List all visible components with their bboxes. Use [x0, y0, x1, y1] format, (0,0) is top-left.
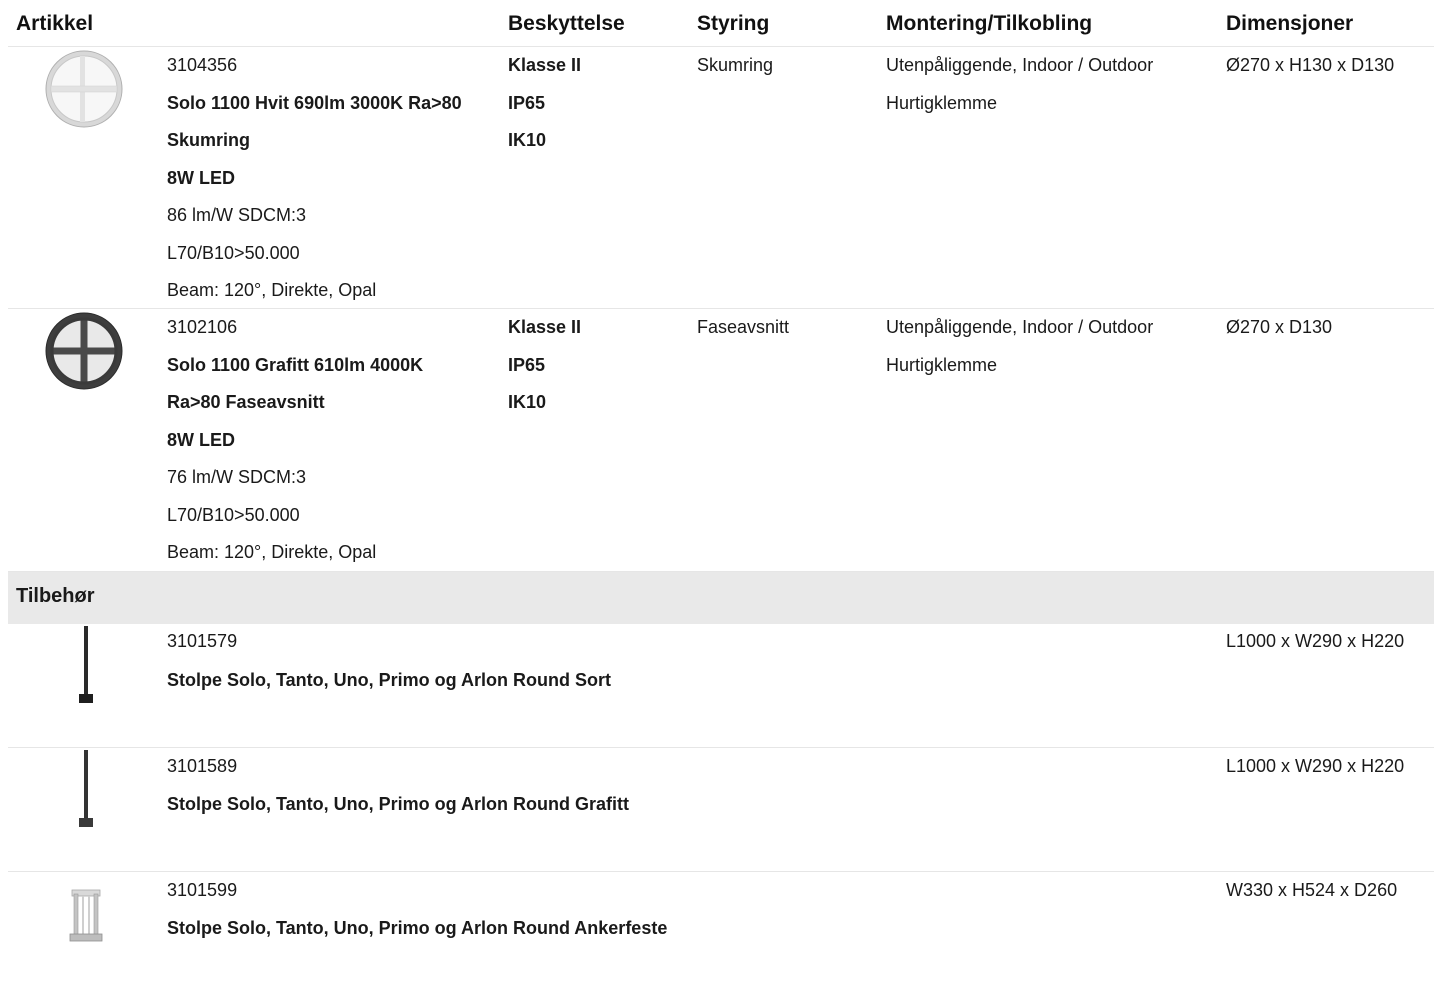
mounting-type: Utenpåliggende, Indoor / Outdoor: [886, 55, 1154, 75]
control-value: Skumring: [697, 55, 774, 75]
article-lifetime: L70/B10>50.000: [167, 504, 300, 525]
article-name-cont: Ra>80 Faseavsnitt: [167, 392, 325, 412]
accessory-dimensions: L1000 x W290 x H220: [1226, 631, 1405, 651]
dimensions-cell: Ø270 x D130: [1226, 309, 1332, 347]
header-artikkel: Artikkel: [16, 12, 94, 35]
article-cell: 3102106 Solo 1100 Grafitt 610lm 4000K Ra…: [167, 309, 423, 572]
article-efficacy: 76 lm/W SDCM:3: [167, 467, 307, 487]
protection-ip: IP65: [508, 354, 546, 375]
article-beam: Beam: 120°, Direkte, Opal: [167, 280, 377, 300]
table-header: Artikkel Beskyttelse Styring Montering/T…: [8, 0, 1434, 47]
mounting-cell: Utenpåliggende, Indoor / Outdoor Hurtigk…: [886, 47, 1153, 122]
accessory-row[interactable]: 3101579 Stolpe Solo, Tanto, Uno, Primo o…: [8, 624, 1434, 748]
accessory-number: 3101599: [167, 880, 238, 900]
control-cell: Skumring: [697, 47, 773, 85]
dimensions-cell: Ø270 x H130 x D130: [1226, 47, 1394, 85]
header-styring: Styring: [697, 12, 770, 35]
article-number: 3104356: [167, 55, 238, 75]
accessory-dimensions: W330 x H524 x D260: [1226, 880, 1398, 900]
mounting-cell: Utenpåliggende, Indoor / Outdoor Hurtigk…: [886, 309, 1153, 384]
dimensions-value: Ø270 x D130: [1226, 317, 1333, 337]
mounting-connection: Hurtigklemme: [886, 92, 998, 113]
article-name-cont: Skumring: [167, 130, 251, 150]
article-power: 8W LED: [167, 429, 236, 450]
anchor-bracket-icon: [68, 886, 104, 951]
accessory-row[interactable]: 3101599 Stolpe Solo, Tanto, Uno, Primo o…: [8, 872, 1434, 982]
protection-ik: IK10: [508, 392, 547, 412]
mounting-type: Utenpåliggende, Indoor / Outdoor: [886, 317, 1154, 337]
graphite-post-icon: [76, 750, 96, 835]
table-row[interactable]: 3102106 Solo 1100 Grafitt 610lm 4000K Ra…: [8, 309, 1434, 572]
header-montering: Montering/Tilkobling: [886, 12, 1093, 35]
article-cell: 3104356 Solo 1100 Hvit 690lm 3000K Ra>80…: [167, 47, 462, 310]
article-name: Solo 1100 Grafitt 610lm 4000K: [167, 354, 424, 375]
table-row[interactable]: 3104356 Solo 1100 Hvit 690lm 3000K Ra>80…: [8, 47, 1434, 309]
protection-class: Klasse II: [508, 55, 582, 75]
protection-ip: IP65: [508, 92, 546, 113]
article-beam: Beam: 120°, Direkte, Opal: [167, 542, 377, 562]
control-value: Faseavsnitt: [697, 317, 790, 337]
header-beskyttelse: Beskyttelse: [508, 12, 625, 35]
accessories-section-header: Tilbehør: [8, 572, 1434, 624]
accessory-dimensions: L1000 x W290 x H220: [1226, 756, 1405, 776]
accessory-number: 3101589: [167, 756, 238, 776]
product-table: Artikkel Beskyttelse Styring Montering/T…: [8, 0, 1434, 982]
header-dimensjoner: Dimensjoner: [1226, 12, 1354, 35]
protection-class: Klasse II: [508, 317, 582, 337]
accessory-name: Stolpe Solo, Tanto, Uno, Primo og Arlon …: [167, 794, 629, 814]
black-post-icon: [76, 626, 96, 711]
white-bulkhead-light-icon: [44, 49, 124, 134]
article-power: 8W LED: [167, 167, 236, 188]
accessory-name: Stolpe Solo, Tanto, Uno, Primo og Arlon …: [167, 670, 611, 690]
graphite-bulkhead-light-icon: [44, 311, 124, 396]
protection-cell: Klasse II IP65 IK10: [508, 47, 581, 160]
dimensions-value: Ø270 x H130 x D130: [1226, 55, 1395, 75]
mounting-connection: Hurtigklemme: [886, 354, 998, 375]
accessory-number: 3101579: [167, 631, 238, 651]
protection-cell: Klasse II IP65 IK10: [508, 309, 581, 422]
accessory-name: Stolpe Solo, Tanto, Uno, Primo og Arlon …: [167, 918, 668, 938]
article-number: 3102106: [167, 317, 238, 337]
article-efficacy: 86 lm/W SDCM:3: [167, 205, 307, 225]
accessory-row[interactable]: 3101589 Stolpe Solo, Tanto, Uno, Primo o…: [8, 748, 1434, 872]
article-name: Solo 1100 Hvit 690lm 3000K Ra>80: [167, 92, 462, 113]
protection-ik: IK10: [508, 130, 547, 150]
article-lifetime: L70/B10>50.000: [167, 242, 300, 263]
accessories-title: Tilbehør: [16, 585, 95, 607]
control-cell: Faseavsnitt: [697, 309, 789, 347]
